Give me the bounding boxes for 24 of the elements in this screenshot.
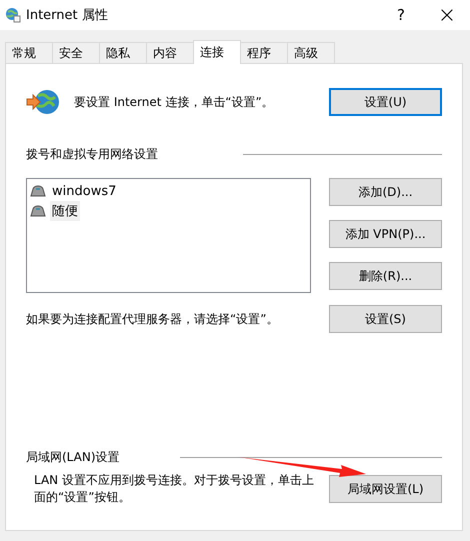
section-heading: 拨号和虚拟专用网络设置 — [26, 146, 158, 163]
remove-button[interactable]: 删除(R)... — [329, 262, 442, 290]
setup-instruction: 要设置 Internet 连接，单击“设置”。 — [74, 94, 274, 110]
globe-icon — [26, 88, 60, 116]
connection-list[interactable]: windows7 随便 — [26, 178, 311, 293]
tab[interactable]: 连接 — [193, 40, 241, 64]
lan-note: LAN 设置不应用到拨号连接。对于拨号设置，单击上面的“设置”按钮。 — [34, 472, 314, 506]
window-title: Internet 属性 — [26, 7, 108, 24]
help-button[interactable]: ? — [378, 0, 424, 30]
globe-icon — [5, 7, 21, 23]
phone-icon — [30, 205, 46, 217]
phone-icon — [30, 185, 46, 197]
connection-name[interactable]: windows7 — [50, 182, 118, 200]
lan-settings-button[interactable]: 局域网设置(L) — [329, 475, 442, 503]
add-button[interactable]: 添加(D)... — [329, 178, 442, 206]
add-vpn-button[interactable]: 添加 VPN(P)... — [329, 220, 442, 248]
tab[interactable]: 常规 — [5, 42, 53, 63]
connection-name[interactable]: 随便 — [50, 201, 80, 221]
proxy-instruction: 如果要为连接配置代理服务器，请选择“设置”。 — [26, 310, 278, 328]
proxy-settings-button[interactable]: 设置(S) — [329, 305, 442, 333]
tab[interactable]: 高级 — [287, 42, 335, 63]
section-heading: 局域网(LAN)设置 — [26, 449, 120, 466]
setup-button[interactable]: 设置(U) — [329, 88, 442, 116]
close-button[interactable]: × — [424, 0, 470, 30]
